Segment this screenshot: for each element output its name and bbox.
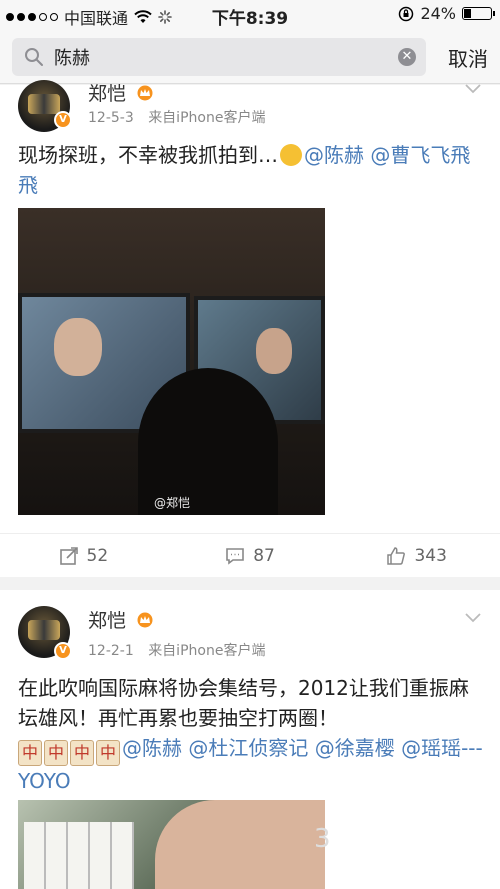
search-icon bbox=[25, 48, 43, 66]
like-count: 343 bbox=[414, 545, 447, 566]
comment-count: 87 bbox=[253, 545, 275, 566]
search-bar: ✕ 取消 bbox=[0, 30, 500, 84]
comment-icon bbox=[226, 547, 244, 565]
clear-search-icon[interactable]: ✕ bbox=[398, 48, 416, 66]
chevron-down-icon[interactable] bbox=[464, 612, 482, 624]
feed-card: V 郑恺 12-5-3 来自iPhone客户端 现场探班，不幸被我抓拍到… @陈赫… bbox=[0, 80, 500, 577]
post-date: 12-2-1 bbox=[88, 643, 134, 659]
battery-percent: 24% bbox=[420, 4, 456, 23]
mention-link[interactable]: @徐嘉樱 bbox=[315, 736, 395, 760]
like-button[interactable]: 343 bbox=[333, 534, 500, 577]
crown-icon bbox=[137, 612, 153, 628]
mahjong-tile-icon: 中 bbox=[70, 740, 94, 766]
status-right: 24% bbox=[398, 4, 495, 23]
post-text: 在此吹响国际麻将协会集结号，2012让我们重振麻坛雄风！再忙再累也要抽空打两圈！… bbox=[18, 676, 483, 793]
search-input[interactable] bbox=[54, 44, 384, 70]
mention-link[interactable]: @陈赫 bbox=[304, 143, 364, 167]
mention-link[interactable]: @杜江侦察记 bbox=[188, 736, 308, 760]
cancel-button[interactable]: 取消 bbox=[448, 43, 488, 72]
author-name[interactable]: 郑恺 bbox=[88, 606, 154, 633]
post-meta: 12-5-3 来自iPhone客户端 bbox=[88, 107, 265, 127]
comment-button[interactable]: 87 bbox=[167, 534, 334, 577]
post-meta: 12-2-1 来自iPhone客户端 bbox=[88, 640, 265, 660]
feed-card: V 郑恺 12-2-1 来自iPhone客户端 在此吹响国际麻将协会集结号，20… bbox=[0, 590, 500, 889]
search-box[interactable]: ✕ bbox=[12, 38, 426, 76]
image-watermark: @郑恺 bbox=[154, 496, 191, 510]
mahjong-tile-icon: 中 bbox=[44, 740, 68, 766]
mention-link[interactable]: @陈赫 bbox=[122, 736, 182, 760]
status-bar: 中国联通 下午8:39 24% bbox=[0, 0, 500, 30]
post-image[interactable]: @郑恺 bbox=[18, 208, 325, 515]
post-source[interactable]: 来自iPhone客户端 bbox=[148, 110, 265, 126]
chevron-down-icon[interactable] bbox=[464, 83, 482, 95]
author-name[interactable]: 郑恺 bbox=[88, 79, 154, 106]
crown-icon bbox=[137, 85, 153, 101]
post-text: 现场探班，不幸被我抓拍到… @陈赫 @曹飞飞飛飛 bbox=[18, 143, 471, 197]
post-image[interactable] bbox=[18, 800, 325, 889]
post-source[interactable]: 来自iPhone客户端 bbox=[148, 643, 265, 659]
mahjong-tile-icon: 中 bbox=[18, 740, 42, 766]
repost-count: 52 bbox=[86, 545, 109, 566]
battery-icon bbox=[462, 7, 495, 20]
post-date: 12-5-3 bbox=[88, 110, 134, 126]
verified-badge-icon: V bbox=[54, 111, 72, 129]
action-bar: 52 87 343 bbox=[0, 533, 500, 577]
thinking-emoji-icon bbox=[280, 144, 302, 166]
repost-button[interactable]: 52 bbox=[0, 534, 167, 577]
repost-icon bbox=[59, 546, 78, 565]
rotation-lock-icon bbox=[399, 6, 414, 21]
image-counter: 3 bbox=[314, 824, 331, 854]
verified-badge-icon: V bbox=[54, 642, 72, 660]
thumbs-up-icon bbox=[387, 546, 406, 565]
mahjong-tile-icon: 中 bbox=[96, 740, 120, 766]
